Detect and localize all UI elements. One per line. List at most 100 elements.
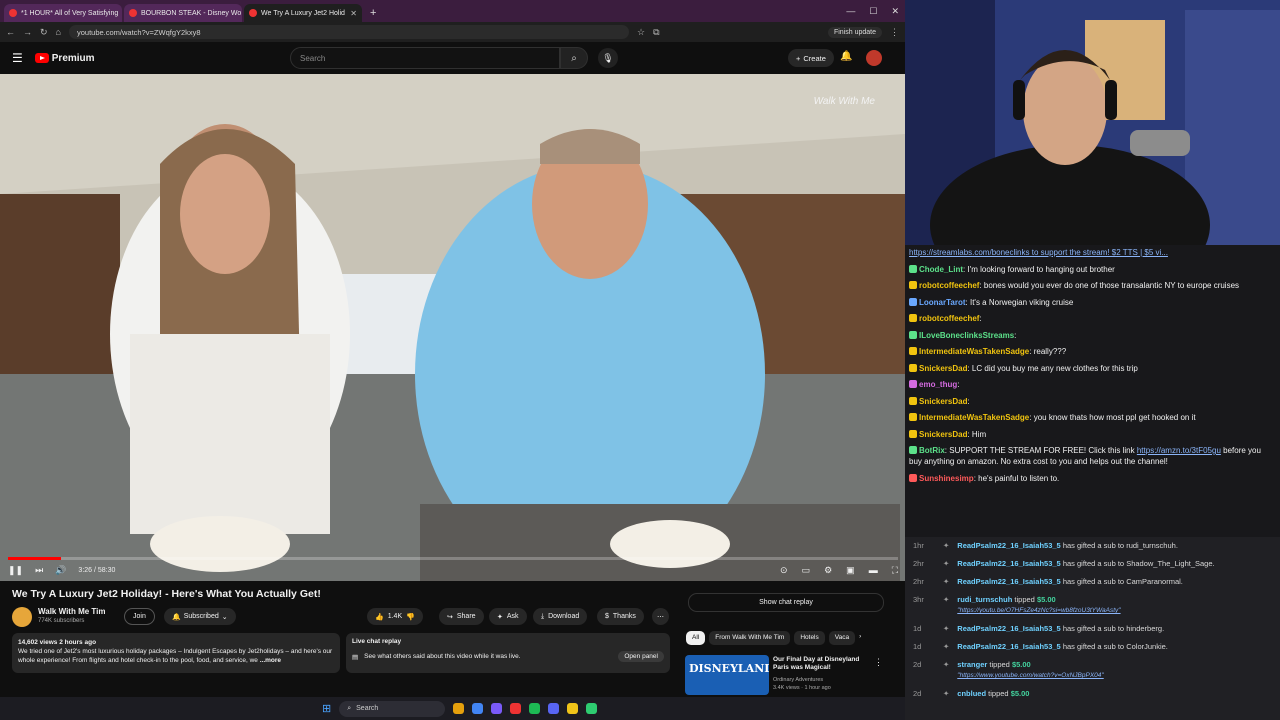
pause-icon[interactable]: ❚❚ xyxy=(8,565,23,576)
chat-link[interactable]: https://amzn.to/3tF05gu xyxy=(1137,446,1221,455)
extensions-icon[interactable]: ⧉ xyxy=(653,27,659,38)
event-user[interactable]: ReadPsalm22_16_Isaiah53_5 xyxy=(957,642,1060,651)
notifications-bell-icon[interactable]: 🔔 xyxy=(840,51,852,62)
chevron-right-icon[interactable]: › xyxy=(859,631,861,645)
app-icon[interactable] xyxy=(453,703,465,714)
captions-icon[interactable]: ▭ xyxy=(802,565,811,576)
download-button[interactable]: ⤓ Download xyxy=(533,608,588,625)
thumbs-up-icon: 👍 xyxy=(375,613,384,621)
chat-username[interactable]: emo_thug xyxy=(919,380,957,389)
event-user[interactable]: ReadPsalm22_16_Isaiah53_5 xyxy=(957,624,1060,633)
recommended-thumbnail[interactable]: DISNEYLAND xyxy=(685,655,769,695)
chat-username[interactable]: SnickersDad xyxy=(919,397,967,406)
recommended-meta: 3.4K views · 1 hour ago xyxy=(773,685,831,691)
show-chat-replay-button[interactable]: Show chat replay xyxy=(688,593,884,612)
chat-message: IntermediateWasTakenSadge: really??? xyxy=(909,346,1276,357)
more-vertical-icon[interactable]: ⋮ xyxy=(874,657,883,668)
event-user[interactable]: rudi_turnschuh xyxy=(957,595,1012,604)
taskbar-search[interactable]: ⌕ Search xyxy=(339,700,446,717)
gift-icon: ✦ xyxy=(943,642,950,651)
autoplay-toggle[interactable]: ⊙ xyxy=(780,565,788,576)
more-link[interactable]: ...more xyxy=(260,657,281,664)
youtube-logo[interactable]: Premium xyxy=(34,53,95,64)
minimize-icon[interactable]: — xyxy=(846,6,855,16)
thumbs-down-icon[interactable]: 👎 xyxy=(406,613,415,621)
next-video-icon[interactable]: ⏭ xyxy=(35,565,43,576)
chat-username[interactable]: Chode_Lint xyxy=(919,265,963,274)
chip-all[interactable]: All xyxy=(686,631,706,645)
video-progress-bar[interactable] xyxy=(8,557,898,560)
create-button[interactable]: + Create xyxy=(788,49,834,67)
recommended-title[interactable]: Our Final Day at Disneyland Paris was Ma… xyxy=(773,656,873,672)
close-window-icon[interactable]: ✕ xyxy=(891,6,899,17)
event-user[interactable]: ReadPsalm22_16_Isaiah53_5 xyxy=(957,577,1060,586)
channel-name[interactable]: Walk With Me Tim xyxy=(38,607,106,616)
video-player[interactable]: Walk With Me ❚❚ ⏭ 🔊 3:26 / 58:30 ⊙ ▭ ⚙ ▣… xyxy=(0,74,905,581)
hamburger-menu-icon[interactable]: ☰ xyxy=(12,51,23,65)
share-button[interactable]: ↪ Share xyxy=(439,608,484,625)
home-icon[interactable]: ⌂ xyxy=(56,27,61,37)
app-icon[interactable] xyxy=(472,703,484,714)
app-icon[interactable] xyxy=(548,703,560,714)
description-box[interactable]: 14,602 views 2 hours ago We tried one of… xyxy=(12,633,340,673)
browser-tab-3[interactable]: We Try A Luxury Jet2 Holid ✕ xyxy=(244,4,362,22)
new-tab-button[interactable]: + xyxy=(364,4,382,22)
chat-username[interactable]: robotcoffeechef xyxy=(919,281,979,290)
chat-username[interactable]: SnickersDad xyxy=(919,364,967,373)
chat-message: SnickersDad: xyxy=(909,396,1276,407)
recommended-video[interactable]: DISNEYLAND Our Final Day at Disneyland P… xyxy=(685,655,885,695)
forward-icon[interactable]: → xyxy=(23,27,32,37)
subscribed-button[interactable]: 🔔 Subscribed ⌄ xyxy=(164,608,236,625)
windows-start-icon[interactable]: ⊞ xyxy=(322,702,331,715)
app-icon[interactable] xyxy=(586,703,598,714)
event-user[interactable]: ReadPsalm22_16_Isaiah53_5 xyxy=(957,559,1060,568)
plus-icon: + xyxy=(796,53,801,63)
ask-button[interactable]: ✦ Ask xyxy=(489,608,527,625)
fullscreen-icon[interactable]: ⛶ xyxy=(892,565,898,576)
chat-username[interactable]: IntermediateWasTakenSadge xyxy=(919,347,1029,356)
chat-username[interactable]: robotcoffeechef xyxy=(919,314,979,323)
browser-tab-2[interactable]: BOURBON STEAK - Disney Wo✕ xyxy=(124,4,242,22)
search-input[interactable]: Search xyxy=(290,47,560,69)
chat-username[interactable]: ILoveBoneclinksStreams xyxy=(919,331,1014,340)
voice-search-button[interactable]: 🎙 xyxy=(598,48,618,68)
event-user[interactable]: stranger xyxy=(957,660,987,669)
bookmark-star-icon[interactable]: ☆ xyxy=(637,27,645,38)
event-message[interactable]: "https://www.youtube.com/watch?v=OxNJBpP… xyxy=(957,672,1103,679)
chat-username[interactable]: Sunshinesimp xyxy=(919,474,974,483)
app-icon[interactable] xyxy=(510,703,522,714)
chat-username[interactable]: SnickersDad xyxy=(919,430,967,439)
event-message[interactable]: "https://youtu.be/O7HFsZe4zNc?si=wb8fzoU… xyxy=(957,607,1120,614)
back-icon[interactable]: ← xyxy=(6,27,15,37)
reload-icon[interactable]: ↻ xyxy=(40,27,48,38)
browser-tab-1[interactable]: *1 HOUR* All of Very Satisfying✕ xyxy=(4,4,122,22)
finish-update-button[interactable]: Finish update xyxy=(827,26,882,38)
account-avatar[interactable] xyxy=(866,50,882,66)
chat-username[interactable]: BotRix xyxy=(919,446,945,455)
chip-vacation[interactable]: Vaca xyxy=(828,631,856,645)
volume-icon[interactable]: 🔊 xyxy=(55,565,66,576)
app-icon[interactable] xyxy=(491,703,503,714)
url-field[interactable]: youtube.com/watch?v=ZWqfgY2kxy8 xyxy=(68,25,629,39)
channel-avatar[interactable] xyxy=(12,607,32,627)
search-button[interactable]: ⌕ xyxy=(560,47,588,69)
theater-mode-icon[interactable]: ▬ xyxy=(869,565,878,575)
chip-from-channel[interactable]: From Walk With Me Tim xyxy=(709,631,791,645)
chat-username[interactable]: LoonarTarot xyxy=(919,298,966,307)
event-user[interactable]: ReadPsalm22_16_Isaiah53_5 xyxy=(957,541,1060,550)
app-icon[interactable] xyxy=(529,703,541,714)
app-icon[interactable] xyxy=(567,703,579,714)
like-button[interactable]: 👍 1.4K 👎 xyxy=(367,608,423,625)
more-actions-button[interactable]: ⋯ xyxy=(652,608,669,625)
chip-hotels[interactable]: Hotels xyxy=(794,631,825,645)
browser-menu-icon[interactable]: ⋮ xyxy=(890,27,899,38)
chat-username[interactable]: IntermediateWasTakenSadge xyxy=(919,413,1029,422)
close-tab-icon[interactable]: ✕ xyxy=(350,9,357,18)
maximize-icon[interactable]: ☐ xyxy=(869,6,877,17)
open-panel-button[interactable]: Open panel xyxy=(618,651,664,662)
miniplayer-icon[interactable]: ▣ xyxy=(846,565,855,576)
thanks-button[interactable]: $ Thanks xyxy=(597,608,644,625)
settings-gear-icon[interactable]: ⚙ xyxy=(824,565,832,576)
event-user[interactable]: cnblued xyxy=(957,689,986,698)
join-button[interactable]: Join xyxy=(124,608,155,625)
